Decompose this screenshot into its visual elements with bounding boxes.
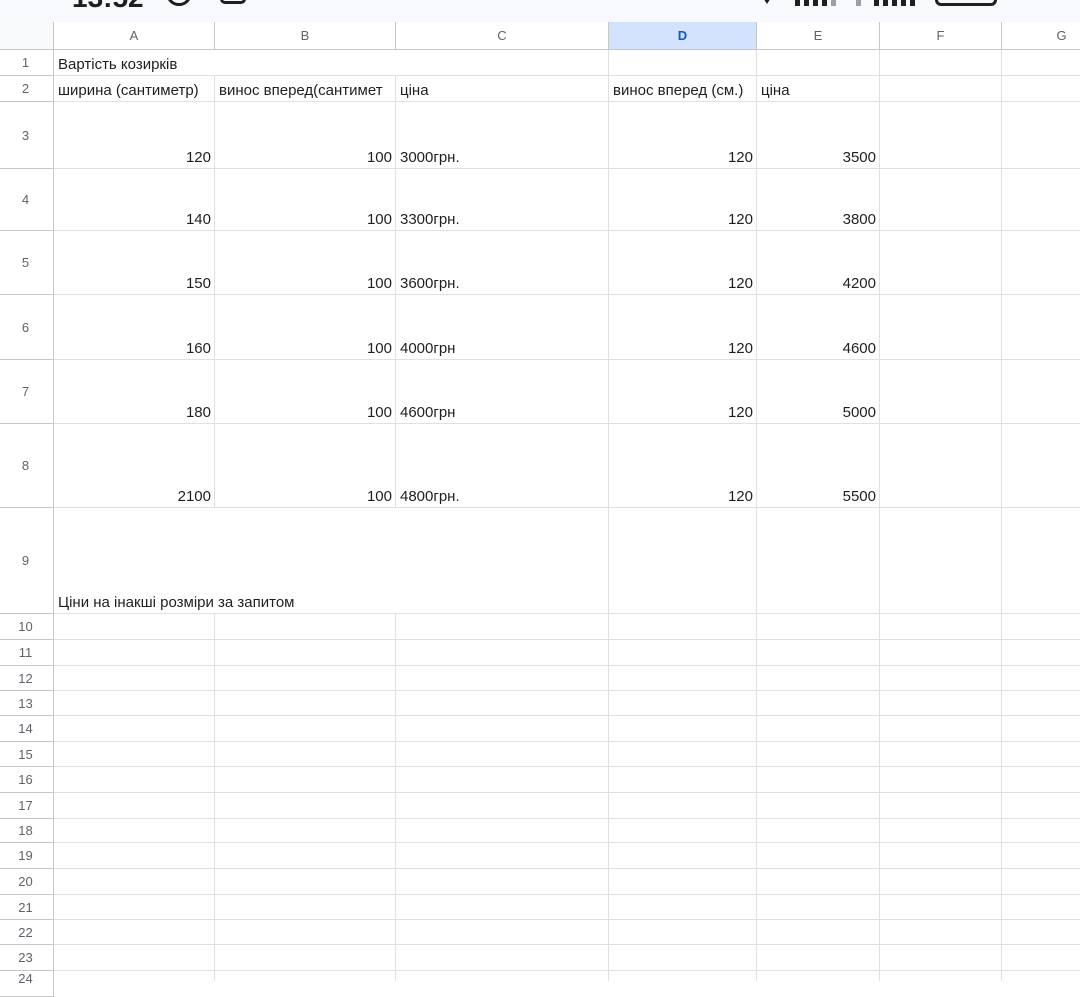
row-header-11[interactable]: 11 <box>0 640 54 666</box>
cell-e8[interactable]: 5500 <box>757 424 880 508</box>
row-header-2[interactable]: 2 <box>0 76 54 102</box>
cell-e5[interactable]: 4200 <box>757 231 880 295</box>
cell-c3[interactable]: 3000грн. <box>396 102 609 169</box>
cell-d3[interactable]: 120 <box>609 102 757 169</box>
cell-a5[interactable]: 150 <box>54 231 215 295</box>
cell-c6[interactable]: 4000грн <box>396 295 609 360</box>
spreadsheet-grid[interactable]: A B C D E F G 1 2 3 4 5 6 7 8 9 10 11 12… <box>0 22 1080 997</box>
row-header-18[interactable]: 18 <box>0 819 54 843</box>
cell-a1[interactable]: Вартість козирків <box>54 50 454 76</box>
row-header-17[interactable]: 17 <box>0 793 54 819</box>
row-header-20[interactable]: 20 <box>0 869 54 895</box>
cell-b4[interactable]: 100 <box>215 169 396 231</box>
cell-c5[interactable]: 3600грн. <box>396 231 609 295</box>
row-header-7[interactable]: 7 <box>0 360 54 424</box>
row-header-24[interactable]: 24 <box>0 971 54 997</box>
row-header-19[interactable]: 19 <box>0 843 54 869</box>
cell-a2[interactable]: ширина (сантиметр) <box>54 76 215 102</box>
cell-e2[interactable]: ціна <box>757 76 880 102</box>
cell-d7[interactable]: 120 <box>609 360 757 424</box>
sync-icon <box>166 0 192 6</box>
cell-a4[interactable]: 140 <box>54 169 215 231</box>
cell-d5[interactable]: 120 <box>609 231 757 295</box>
battery-icon <box>935 0 997 6</box>
row-header-15[interactable]: 15 <box>0 742 54 767</box>
cell-b5[interactable]: 100 <box>215 231 396 295</box>
cell-a7[interactable]: 180 <box>54 360 215 424</box>
cell-b6[interactable]: 100 <box>215 295 396 360</box>
row-header-4[interactable]: 4 <box>0 169 54 231</box>
cell-d6[interactable]: 120 <box>609 295 757 360</box>
cell-b7[interactable]: 100 <box>215 360 396 424</box>
row-header-3[interactable]: 3 <box>0 102 54 169</box>
cell-e7[interactable]: 5000 <box>757 360 880 424</box>
cell-b3[interactable]: 100 <box>215 102 396 169</box>
column-header-b[interactable]: B <box>215 22 396 50</box>
row-header-23[interactable]: 23 <box>0 945 54 971</box>
cell-a8[interactable]: 2100 <box>54 424 215 508</box>
cell-c7[interactable]: 4600грн <box>396 360 609 424</box>
row-header-12[interactable]: 12 <box>0 666 54 691</box>
row-header-13[interactable]: 13 <box>0 691 54 716</box>
row-header-8[interactable]: 8 <box>0 424 54 508</box>
cell-a9[interactable]: Ціни на інакші розміри за запитом <box>54 508 554 614</box>
column-header-e[interactable]: E <box>757 22 880 50</box>
wifi-icon <box>764 0 770 4</box>
row-header-10[interactable]: 10 <box>0 614 54 640</box>
row-header-5[interactable]: 5 <box>0 231 54 295</box>
status-bar: 13:52 <box>0 0 1080 22</box>
row-header-9[interactable]: 9 <box>0 508 54 614</box>
cell-d2[interactable]: винос вперед (см.) <box>609 76 757 102</box>
column-header-c[interactable]: C <box>396 22 609 50</box>
row-header-22[interactable]: 22 <box>0 920 54 945</box>
cell-e6[interactable]: 4600 <box>757 295 880 360</box>
app-notification-icon <box>220 0 246 4</box>
cell-b2[interactable]: винос вперед(сантимет <box>215 76 396 102</box>
column-header-d[interactable]: D <box>609 22 757 50</box>
row-header-14[interactable]: 14 <box>0 716 54 742</box>
column-header-a[interactable]: A <box>54 22 215 50</box>
row-header-16[interactable]: 16 <box>0 767 54 793</box>
column-header-f[interactable]: F <box>880 22 1002 50</box>
cell-d8[interactable]: 120 <box>609 424 757 508</box>
cell-c8[interactable]: 4800грн. <box>396 424 609 508</box>
column-header-g[interactable]: G <box>1002 22 1080 50</box>
row-header-6[interactable]: 6 <box>0 295 54 360</box>
status-time: 13:52 <box>72 0 144 14</box>
select-all-corner[interactable] <box>0 22 54 50</box>
cell-a3[interactable]: 120 <box>54 102 215 169</box>
cell-e3[interactable]: 3500 <box>757 102 880 169</box>
cell-e4[interactable]: 3800 <box>757 169 880 231</box>
row-header-21[interactable]: 21 <box>0 895 54 920</box>
cell-a6[interactable]: 160 <box>54 295 215 360</box>
cell-c2[interactable]: ціна <box>396 76 609 102</box>
cell-b8[interactable]: 100 <box>215 424 396 508</box>
row-header-1[interactable]: 1 <box>0 50 54 76</box>
cell-c4[interactable]: 3300грн. <box>396 169 609 231</box>
cell-d4[interactable]: 120 <box>609 169 757 231</box>
